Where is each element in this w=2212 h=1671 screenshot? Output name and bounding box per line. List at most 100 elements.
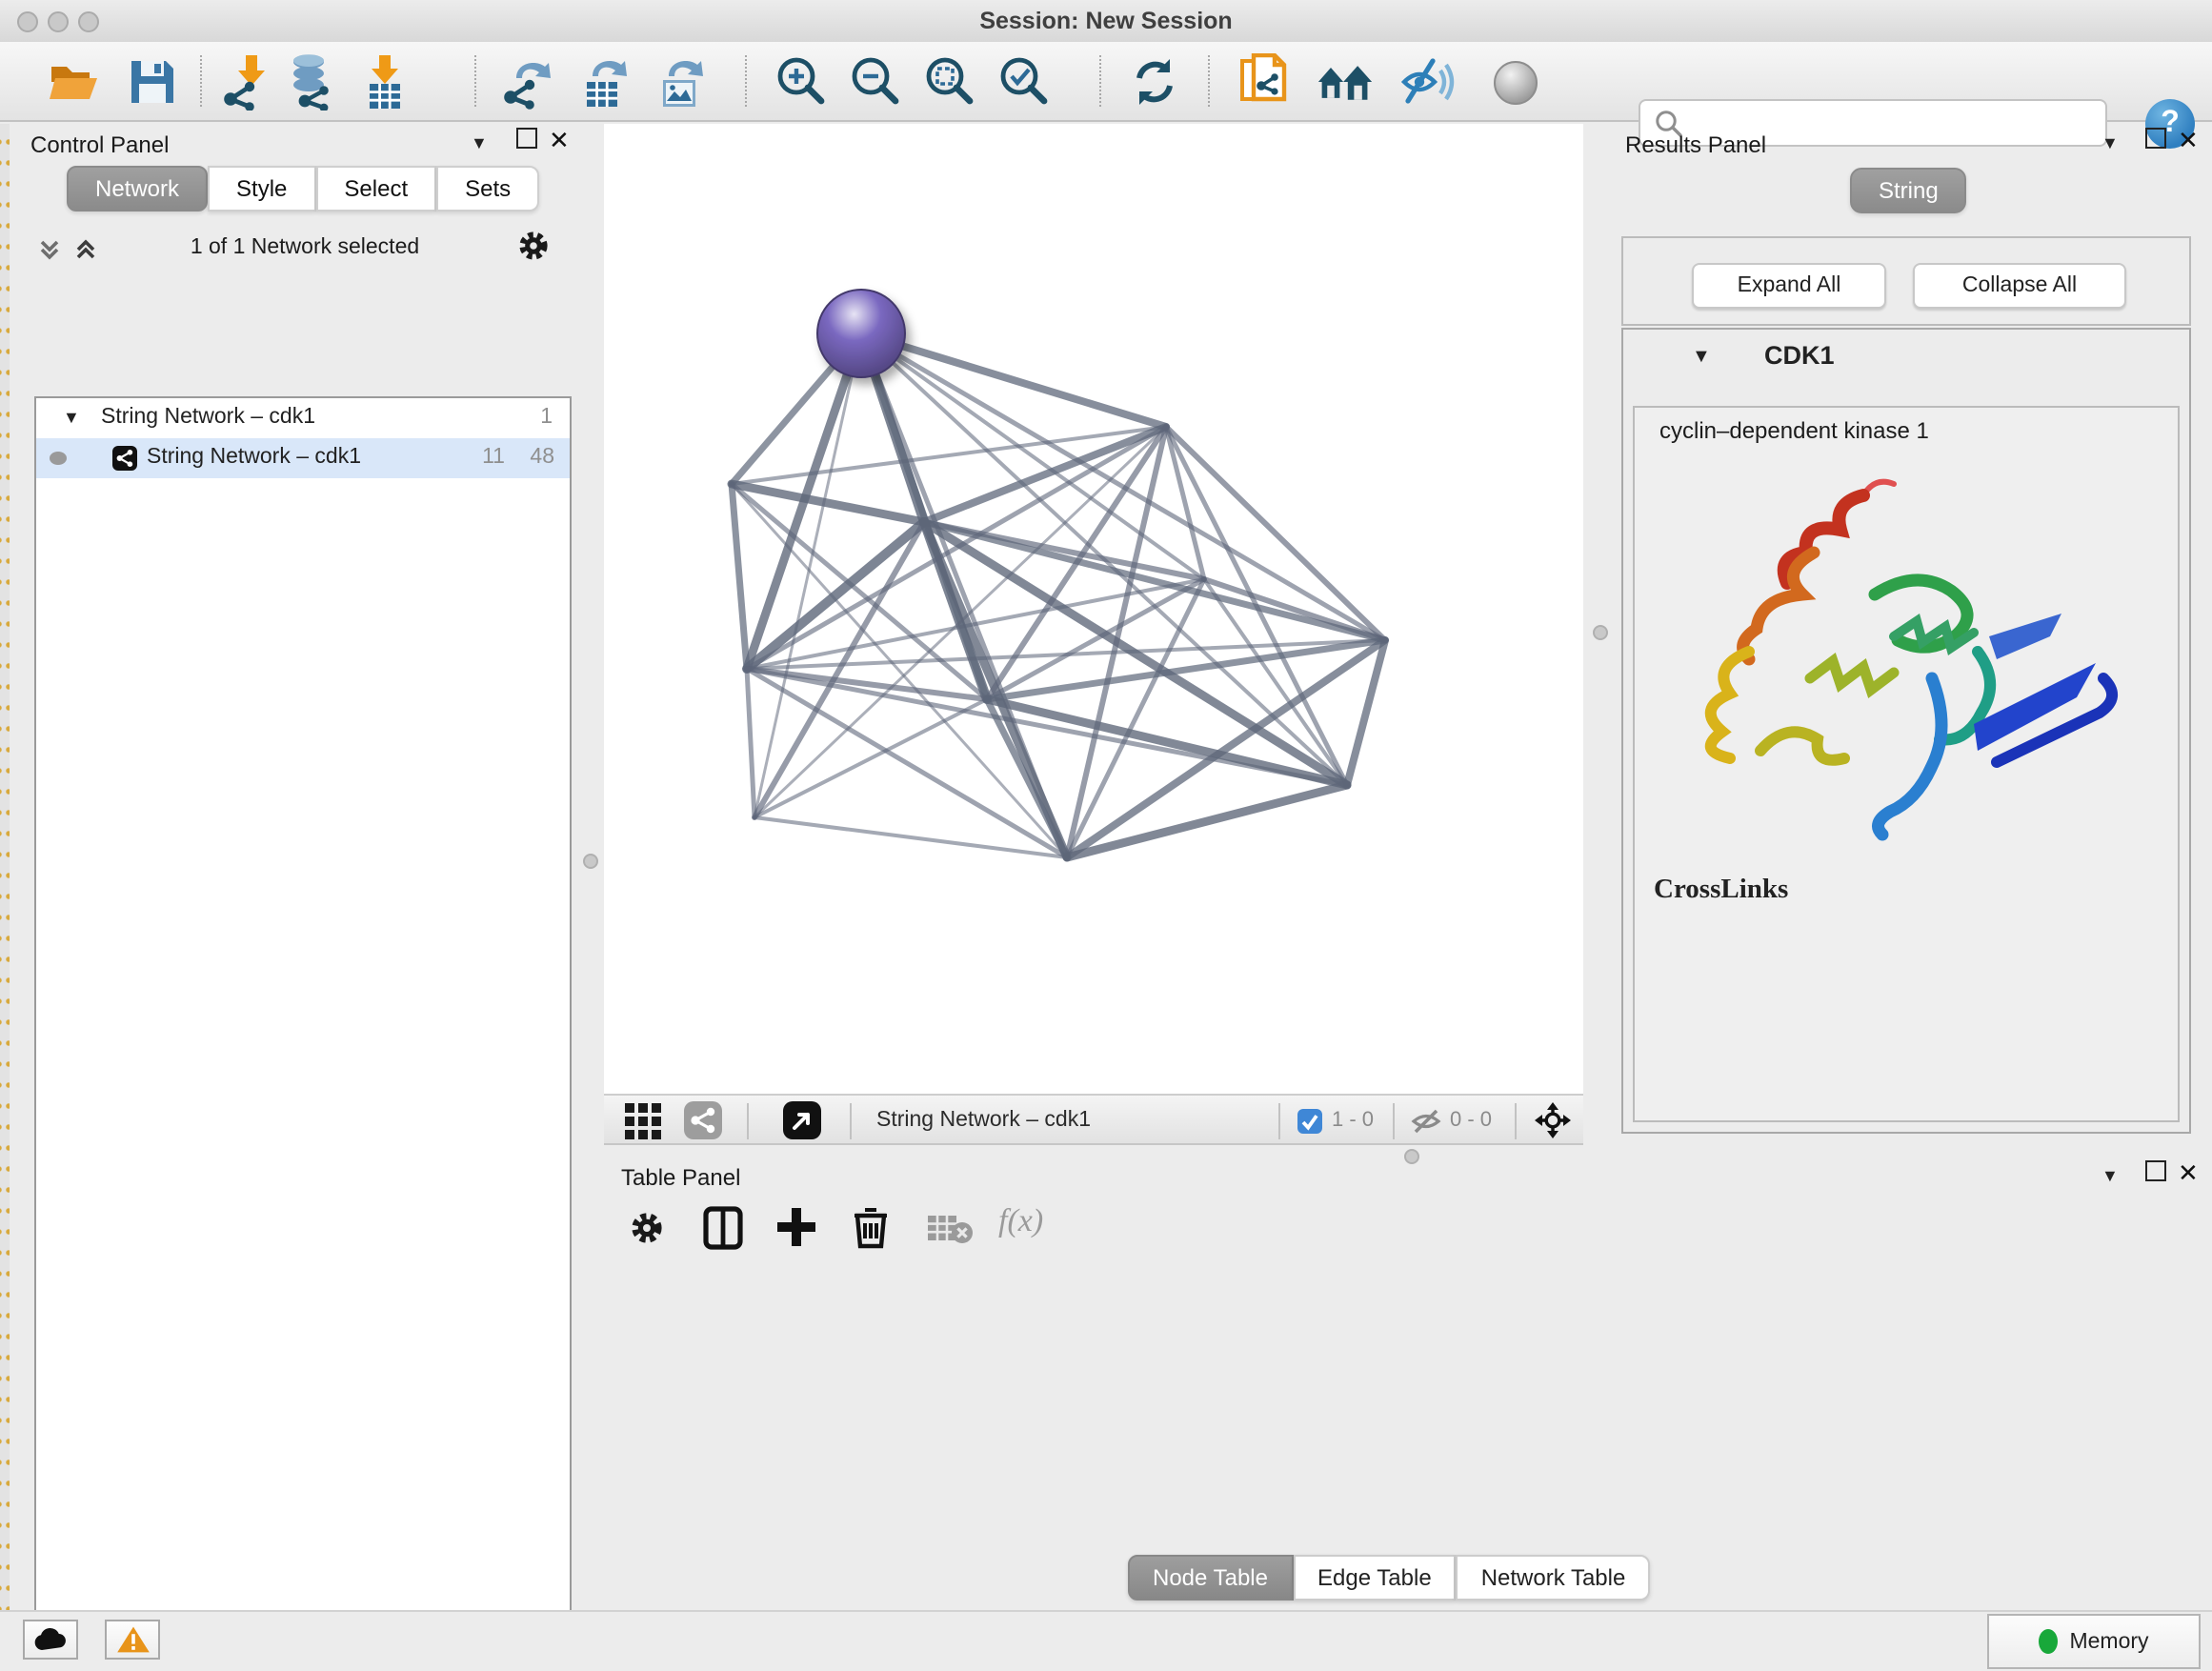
- toolbar-separator: [1515, 1103, 1517, 1139]
- warning-icon: [115, 1625, 150, 1654]
- refresh-button[interactable]: [1126, 53, 1183, 111]
- tab-edge-table[interactable]: Edge Table: [1293, 1555, 1457, 1601]
- tab-select[interactable]: Select: [315, 166, 436, 211]
- collapse-all-networks-icon[interactable]: [36, 236, 63, 263]
- import-table-button[interactable]: [356, 53, 413, 111]
- open-in-window-icon[interactable]: [783, 1101, 821, 1139]
- import-database-button[interactable]: [286, 53, 343, 111]
- collection-expand-icon[interactable]: ▼: [63, 398, 80, 438]
- string-tab-icon[interactable]: [684, 1101, 722, 1139]
- delete-column-icon[interactable]: [852, 1204, 890, 1250]
- expand-all-networks-icon[interactable]: [72, 236, 99, 263]
- tab-network-table[interactable]: Network Table: [1457, 1555, 1651, 1601]
- window-title: Session: New Session: [0, 8, 2212, 34]
- network-collection-row[interactable]: ▼ String Network – cdk1 1: [36, 398, 570, 438]
- hide-unhide-button[interactable]: [1398, 53, 1456, 111]
- clone-network-button[interactable]: [1237, 53, 1294, 111]
- status-bar: Memory: [0, 1610, 2212, 1671]
- table-tabs: Node TableEdge TableNetwork Table: [1128, 1555, 1650, 1601]
- panel-close-icon[interactable]: ✕: [2178, 1158, 2199, 1189]
- network-view-toolbar: String Network – cdk1 1 - 0 0 - 0: [604, 1094, 1583, 1145]
- panel-float-icon[interactable]: [2145, 128, 2166, 149]
- save-session-icon: [128, 57, 177, 107]
- tab-string-results[interactable]: String: [1850, 168, 1967, 213]
- panel-float-icon[interactable]: [2145, 1160, 2166, 1181]
- panel-menu-icon[interactable]: ▼: [2101, 1166, 2119, 1185]
- cloud-status-button[interactable]: [23, 1620, 78, 1660]
- control-panel-title: Control Panel: [30, 131, 169, 158]
- sphere-button[interactable]: [1486, 53, 1543, 111]
- network-row-selected[interactable]: String Network – cdk1 11 48: [36, 438, 570, 478]
- tab-style[interactable]: Style: [208, 166, 315, 211]
- memory-label: Memory: [2069, 1630, 2148, 1653]
- export-table-button[interactable]: [575, 53, 633, 111]
- current-network-name: String Network – cdk1: [876, 1109, 1091, 1132]
- toolbar-separator: [1278, 1103, 1280, 1139]
- zoom-fit-button[interactable]: [920, 53, 977, 111]
- network-selection-status: 1 of 1 Network selected: [114, 236, 495, 259]
- panel-menu-icon[interactable]: ▼: [471, 133, 488, 152]
- zoom-out-button[interactable]: [846, 53, 903, 111]
- birds-eye-view-icon[interactable]: [625, 1103, 661, 1139]
- protein-structure-image: [1650, 453, 2153, 861]
- control-panel: Control Panel ▼ ✕ NetworkStyleSelectSets…: [10, 120, 573, 1610]
- string-home-icon: [1317, 57, 1374, 107]
- import-table-icon: [356, 53, 413, 111]
- network-edge[interactable]: [754, 333, 861, 817]
- results-buttons-box: Expand All Collapse All: [1621, 236, 2191, 326]
- warning-status-button[interactable]: [105, 1620, 160, 1660]
- network-edge[interactable]: [861, 333, 1166, 427]
- tab-node-table[interactable]: Node Table: [1128, 1555, 1293, 1601]
- clone-network-icon: [1237, 53, 1294, 111]
- network-options-gear-icon[interactable]: [516, 229, 551, 263]
- export-network-button[interactable]: [497, 53, 554, 111]
- hide-unhide-icon: [1398, 55, 1456, 109]
- show-column-icon[interactable]: [703, 1206, 743, 1250]
- network-node-ccnb2[interactable]: [817, 290, 905, 377]
- panel-close-icon[interactable]: ✕: [2178, 126, 2199, 156]
- add-column-icon[interactable]: [775, 1206, 817, 1248]
- toolbar-separator: [1208, 55, 1210, 107]
- collection-count: 1: [540, 398, 553, 438]
- hidden-eye-icon[interactable]: [1410, 1107, 1442, 1136]
- open-session-button[interactable]: [46, 53, 103, 111]
- zoom-selected-button[interactable]: [995, 53, 1052, 111]
- network-edge[interactable]: [754, 427, 1166, 817]
- tab-network[interactable]: Network: [67, 166, 208, 211]
- network-edge[interactable]: [754, 817, 1067, 857]
- save-session-button[interactable]: [124, 53, 181, 111]
- network-node-count: 11: [482, 438, 505, 478]
- panel-close-icon[interactable]: ✕: [549, 126, 570, 156]
- left-dock-grip[interactable]: [0, 124, 10, 1610]
- network-edge[interactable]: [747, 669, 754, 817]
- panel-float-icon[interactable]: [516, 128, 537, 149]
- tab-sets[interactable]: Sets: [436, 166, 539, 211]
- memory-button[interactable]: Memory: [1987, 1614, 2201, 1669]
- import-database-icon: [286, 53, 343, 111]
- network-edge[interactable]: [732, 484, 747, 669]
- entry-collapse-icon[interactable]: ▼: [1692, 347, 1711, 368]
- network-edge[interactable]: [1067, 785, 1347, 857]
- selected-checkbox[interactable]: [1297, 1109, 1322, 1134]
- network-edge[interactable]: [987, 699, 1347, 785]
- panel-menu-icon[interactable]: ▼: [2101, 133, 2119, 152]
- table-gear-icon[interactable]: [629, 1210, 665, 1246]
- import-network-button[interactable]: [219, 53, 276, 111]
- results-panel-title: Results Panel: [1625, 131, 1766, 158]
- expand-all-button[interactable]: Expand All: [1692, 263, 1886, 309]
- string-home-button[interactable]: [1317, 53, 1374, 111]
- crosslinks-title: CrossLinks: [1654, 875, 1788, 907]
- zoom-in-button[interactable]: [772, 53, 829, 111]
- network-share-icon: [112, 446, 137, 471]
- fit-selected-move-icon[interactable]: [1534, 1101, 1572, 1139]
- collapse-all-button[interactable]: Collapse All: [1913, 263, 2126, 309]
- zoom-in-icon: [772, 53, 829, 111]
- delete-table-icon[interactable]: [928, 1214, 974, 1244]
- function-builder-icon[interactable]: f(x): [998, 1202, 1043, 1240]
- left-splitter-grip[interactable]: [583, 854, 598, 869]
- network-canvas[interactable]: [604, 124, 1583, 1094]
- entry-description: cyclin–dependent kinase 1: [1659, 417, 1929, 444]
- toolbar-separator: [474, 55, 476, 107]
- network-edge[interactable]: [924, 522, 1385, 640]
- export-image-button[interactable]: [652, 53, 709, 111]
